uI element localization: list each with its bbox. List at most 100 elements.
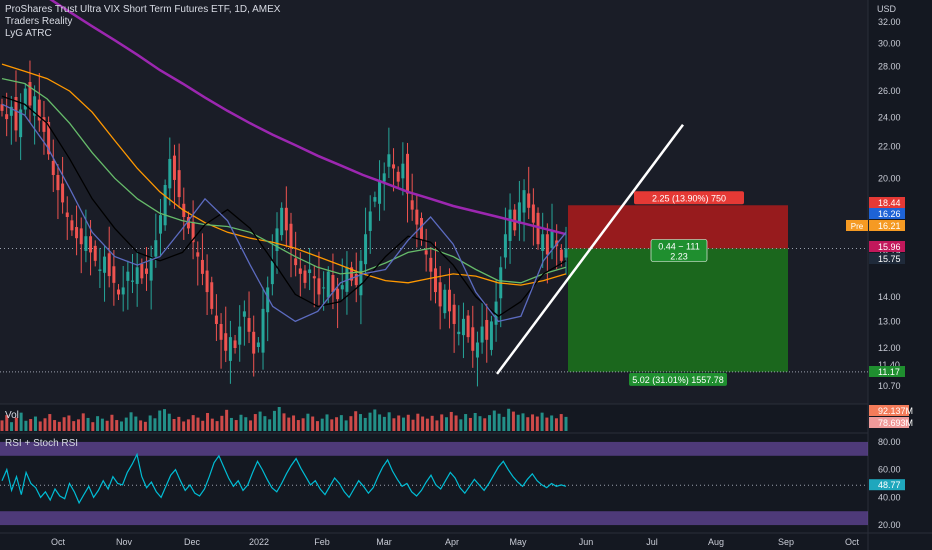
volume-bar <box>497 413 501 431</box>
volume-bar <box>220 415 224 431</box>
candle-body <box>401 163 405 179</box>
candle-body <box>261 308 265 353</box>
volume-bar <box>33 416 37 431</box>
volume-bar <box>464 414 468 431</box>
price-tag-label: 11.17 <box>878 367 900 377</box>
volume-bar <box>521 413 525 431</box>
candle-body <box>522 190 526 213</box>
volume-bar <box>29 419 33 431</box>
candle-body <box>368 211 372 231</box>
candle-body <box>158 215 162 234</box>
indicator-lyg-atrc[interactable]: LyG ATRC <box>5 28 52 39</box>
volume-bar <box>53 420 57 431</box>
candle-body <box>298 268 302 274</box>
volume-bar <box>91 422 95 431</box>
candle-body <box>172 155 176 180</box>
volume-bar <box>239 414 243 431</box>
volume-bar <box>253 414 257 431</box>
volume-bar <box>545 417 549 431</box>
price-tick-label: 20.00 <box>878 173 901 183</box>
volume-pane-label[interactable]: Vol <box>5 410 19 421</box>
time-tick-label: Nov <box>116 537 133 547</box>
candle-body <box>392 164 396 169</box>
candle-body <box>196 252 200 257</box>
volume-bar <box>134 416 138 431</box>
candle-body <box>103 256 107 273</box>
time-tick-label: Feb <box>314 537 330 547</box>
volume-bar <box>229 417 233 431</box>
volume-bar <box>473 413 477 431</box>
volume-bar <box>287 417 291 431</box>
candle-body <box>280 207 284 236</box>
candle-body <box>373 197 377 202</box>
volume-bar <box>100 418 104 431</box>
candle-body <box>140 263 144 279</box>
candle-body <box>443 289 447 314</box>
pre-market-label: Pre <box>851 222 864 231</box>
volume-bar <box>148 415 152 431</box>
candle-body <box>420 217 424 241</box>
candle-body <box>433 268 437 293</box>
stop-label: 2.25 (13.90%) 750 <box>652 193 726 203</box>
candle-body <box>61 183 65 203</box>
volume-bar <box>234 420 238 431</box>
volume-bar <box>153 418 157 431</box>
volume-bar <box>0 420 4 431</box>
candle-body <box>219 323 223 340</box>
trading-chart[interactable]: USD 32.00 30.00 28.00 26.00 24.00 22.00 20.00 18… <box>0 0 932 550</box>
volume-bar <box>263 416 267 431</box>
indicator-traders-reality[interactable]: Traders Reality <box>5 16 72 27</box>
candle-body <box>98 269 102 271</box>
volume-bar <box>115 420 119 431</box>
candle-body <box>93 245 97 261</box>
center-label-1: 0.44 − 111 <box>658 242 699 252</box>
candle-body <box>387 154 391 167</box>
volume-bar <box>430 415 434 431</box>
volume-bar <box>440 414 444 431</box>
volume-bar <box>277 407 281 431</box>
volume-bar <box>373 409 377 431</box>
volume-bar <box>550 415 554 431</box>
volume-bar <box>196 417 200 431</box>
volume-bar <box>435 420 439 431</box>
volume-bar <box>468 417 472 431</box>
volume-bar <box>306 413 310 431</box>
rsi-pane-label[interactable]: RSI + Stoch RSI <box>5 438 78 449</box>
candle-body <box>406 153 410 194</box>
volume-bar <box>86 417 90 431</box>
volume-tag-label: 78.693M <box>878 418 913 428</box>
volume-bar <box>502 416 506 431</box>
volume-bar <box>182 421 186 431</box>
volume-bar <box>526 417 530 431</box>
candle-body <box>410 200 414 210</box>
price-tag-label: 16.21 <box>878 221 901 231</box>
time-tick-label: Mar <box>376 537 392 547</box>
volume-bar <box>401 417 405 431</box>
volume-bar <box>382 416 386 431</box>
candle-body <box>308 269 312 274</box>
candle-body <box>117 289 121 295</box>
candle-body <box>396 171 400 182</box>
candle-body <box>242 311 246 317</box>
time-tick-label: Dec <box>184 537 201 547</box>
volume-bar <box>363 417 367 431</box>
candle-body <box>107 253 111 277</box>
candle-body <box>65 212 69 218</box>
rsi-value-label: 48.77 <box>878 480 901 490</box>
volume-bar <box>354 411 358 431</box>
volume-bar <box>76 419 80 431</box>
candle-body <box>228 337 232 361</box>
candle-body <box>210 282 214 309</box>
rsi-tick-label: 40.00 <box>878 492 901 502</box>
candle-body <box>154 240 158 257</box>
candle-body <box>545 234 549 255</box>
candle-body <box>317 278 321 295</box>
candle-body <box>424 250 428 255</box>
volume-bar <box>143 421 147 431</box>
volume-bar <box>425 418 429 431</box>
volume-bar <box>301 418 305 431</box>
take-profit-zone <box>568 248 788 372</box>
time-tick-label: Oct <box>845 537 860 547</box>
price-tag-label: 16.26 <box>878 209 901 219</box>
candle-body <box>489 321 493 350</box>
